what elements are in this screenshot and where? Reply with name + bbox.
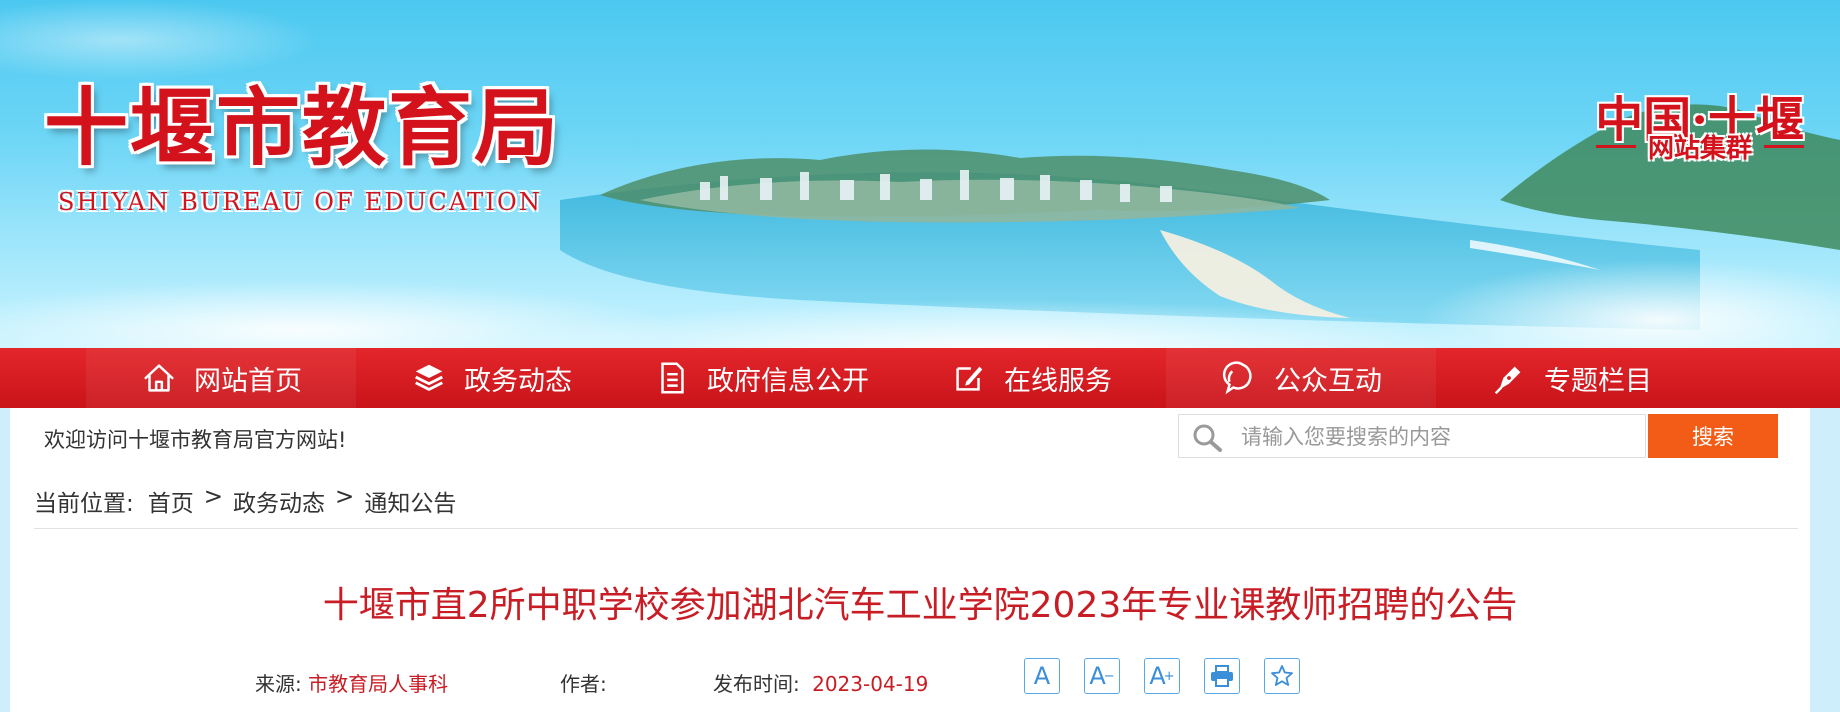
pen-icon (1494, 366, 1521, 395)
chat-icon (1222, 361, 1252, 395)
font-normal-icon: A (1033, 662, 1051, 690)
article-title: 十堰市直2所中职学校参加湖北汽车工业学院2023年专业课教师招聘的公告 (322, 585, 1518, 626)
nav-item-label: 政务动态 (464, 365, 572, 397)
source-label: 来源: (255, 672, 302, 696)
breadcrumb-separator: > (335, 484, 355, 510)
header-banner: 十堰市教育局 SHIYAN BUREAU OF EDUCATION 中国·十堰 … (0, 0, 1840, 348)
date-label: 发布时间: (713, 672, 800, 696)
nav-item-news[interactable]: 政务动态 (356, 348, 626, 408)
document-icon (661, 362, 684, 394)
author-label: 作者: (560, 672, 607, 696)
nav-item-label: 政府信息公开 (707, 365, 869, 397)
article-source: 来源: 市教育局人事科 (255, 668, 448, 697)
search-input[interactable] (1239, 415, 1643, 459)
breadcrumb: 当前位置: 首页 > 政务动态 > 通知公告 (34, 484, 456, 518)
print-icon (1211, 665, 1233, 687)
main-nav: 网站首页 政务动态 政府信息公开 在线服务 公众互动 专题栏目 (0, 348, 1840, 408)
nav-item-label: 公众互动 (1274, 365, 1382, 397)
nav-item-special-topics[interactable]: 专题栏目 (1436, 348, 1706, 408)
nav-item-label: 在线服务 (1004, 365, 1112, 397)
layers-icon (415, 364, 443, 391)
edit-icon (956, 366, 983, 391)
article-date: 发布时间: 2023-04-19 (713, 668, 928, 697)
favorite-button[interactable] (1264, 658, 1300, 694)
breadcrumb-link-notices[interactable]: 通知公告 (364, 484, 456, 518)
source-value: 市教育局人事科 (308, 672, 449, 696)
breadcrumb-link-home[interactable]: 首页 (148, 484, 194, 518)
breadcrumb-link-news[interactable]: 政务动态 (233, 484, 325, 518)
star-icon (1271, 665, 1293, 686)
divider (34, 528, 1798, 529)
site-title: 十堰市教育局 (44, 78, 561, 177)
main-content: 欢迎访问十堰市教育局官方网站! 搜索 当前位置: 首页 > 政务动态 > 通知公… (10, 408, 1810, 712)
nav-item-label: 专题栏目 (1544, 365, 1652, 397)
nav-item-gov-info[interactable]: 政府信息公开 (626, 348, 896, 408)
home-icon (144, 364, 174, 392)
site-subtitle: SHIYAN BUREAU OF EDUCATION (58, 188, 543, 216)
article-author: 作者: (560, 668, 607, 697)
search-icon (1193, 424, 1222, 452)
nav-item-home[interactable]: 网站首页 (86, 348, 356, 408)
nav-item-label: 网站首页 (194, 365, 302, 397)
breadcrumb-separator: > (203, 484, 224, 510)
font-size-smaller-button[interactable]: A − (1084, 658, 1120, 694)
search-box[interactable] (1178, 414, 1646, 459)
search-button[interactable]: 搜索 (1648, 414, 1778, 458)
welcome-message: 欢迎访问十堰市教育局官方网站! (44, 428, 347, 452)
font-size-normal-button[interactable]: A (1024, 658, 1060, 694)
print-button[interactable] (1204, 658, 1240, 694)
breadcrumb-label: 当前位置: (34, 491, 134, 517)
font-size-larger-button[interactable]: A + (1144, 658, 1180, 694)
nav-item-online-service[interactable]: 在线服务 (896, 348, 1166, 408)
nav-item-interaction[interactable]: 公众互动 (1166, 348, 1436, 408)
date-value: 2023-04-19 (812, 672, 929, 696)
site-group-logo-subtitle[interactable]: 网站集群 (1596, 128, 1804, 165)
